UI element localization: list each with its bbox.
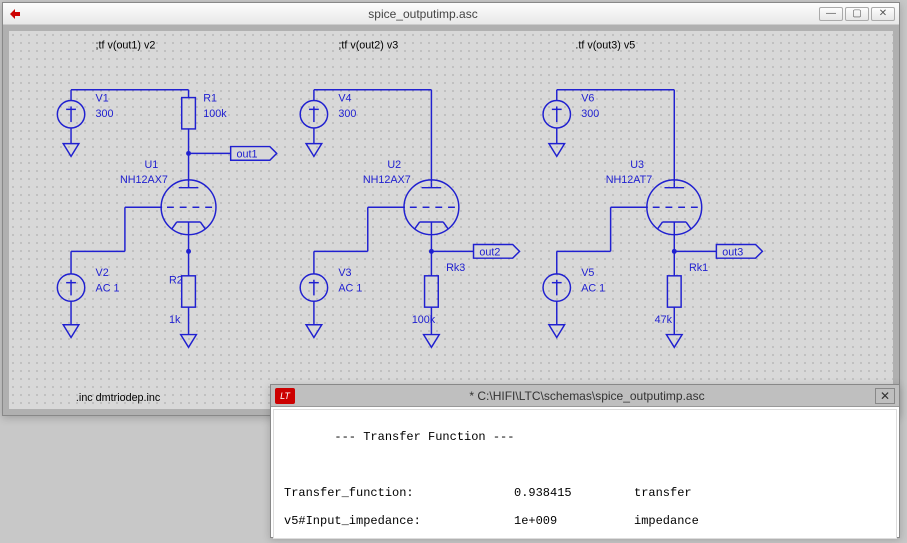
output-title: * C:\HIFI\LTC\schemas\spice_outputimp.as…	[299, 389, 875, 403]
component-R1[interactable]: R1 100k	[182, 90, 228, 154]
component-V1[interactable]: V1 300	[57, 90, 113, 144]
stage-2: V4 300	[300, 90, 519, 348]
schematic-window: spice_outputimp.asc — ▢ ✕ ;tf v(out1) v2…	[2, 2, 900, 416]
ground-icon	[306, 325, 322, 338]
label-R1-ref: R1	[203, 93, 217, 105]
svg-text:300: 300	[338, 108, 356, 120]
label-V2-val: AC 1	[96, 282, 120, 294]
output-log[interactable]: --- Transfer Function --- Transfer_funct…	[273, 409, 897, 539]
netlabel-out3[interactable]: out3	[716, 244, 762, 258]
label-R2-val: 1k	[169, 314, 181, 326]
schematic-title: spice_outputimp.asc	[27, 7, 819, 21]
svg-text:300: 300	[581, 108, 599, 120]
directive-1[interactable]: ;tf v(out1) v2	[96, 40, 156, 52]
svg-text:47k: 47k	[655, 314, 673, 326]
ground-icon	[63, 144, 79, 157]
ground-icon	[666, 335, 682, 348]
svg-text:V3: V3	[338, 267, 351, 279]
label-U1-ref: U1	[144, 159, 158, 171]
svg-text:V5: V5	[581, 267, 594, 279]
output-window: LT * C:\HIFI\LTC\schemas\spice_outputimp…	[270, 384, 900, 538]
output-row: v5#Input_impedance:1e+009impedance	[284, 514, 886, 528]
stage-1: V1 300 R1 100k	[57, 90, 276, 348]
stage-3: V6 300 U3 NH12A	[543, 90, 762, 348]
label-V1-ref: V1	[96, 93, 109, 105]
svg-text:AC 1: AC 1	[581, 282, 605, 294]
directive-3[interactable]: .tf v(out3) v5	[575, 40, 635, 52]
svg-text:out2: out2	[479, 246, 500, 258]
component-Rk3[interactable]: Rk3 100k	[412, 251, 465, 334]
ground-icon	[549, 144, 565, 157]
component-V4[interactable]: V4 300	[300, 90, 356, 144]
svg-text:V6: V6	[581, 93, 594, 105]
svg-text:NH12AX7: NH12AX7	[363, 174, 411, 186]
component-U2[interactable]: U2 NH12AX7	[363, 159, 459, 251]
output-titlebar[interactable]: LT * C:\HIFI\LTC\schemas\spice_outputimp…	[271, 385, 899, 407]
component-Rk1[interactable]: Rk1 47k	[655, 251, 708, 334]
svg-text:V4: V4	[338, 93, 351, 105]
component-V2[interactable]: V2 AC 1	[57, 251, 119, 324]
directive-inc[interactable]: .inc dmtriodep.inc	[76, 392, 161, 404]
schematic-canvas[interactable]: ;tf v(out1) v2 ;tf v(out2) v3 .tf v(out3…	[3, 25, 899, 415]
component-V6[interactable]: V6 300	[543, 90, 599, 144]
netlabel-out2[interactable]: out2	[474, 244, 520, 258]
component-R2[interactable]: R2 1k	[169, 251, 195, 334]
component-U3[interactable]: U3 NH12AT7	[606, 159, 702, 251]
svg-text:U2: U2	[387, 159, 401, 171]
svg-text:AC 1: AC 1	[338, 282, 362, 294]
svg-text:Rk3: Rk3	[446, 262, 465, 274]
label-V1-val: 300	[96, 108, 114, 120]
svg-text:out1: out1	[237, 148, 258, 160]
ground-icon	[424, 335, 440, 348]
output-row: Transfer_function:0.938415transfer	[284, 486, 886, 500]
label-U1-model: NH12AX7	[120, 174, 168, 186]
close-button[interactable]: ✕	[875, 388, 895, 404]
svg-text:out3: out3	[722, 246, 743, 258]
ground-icon	[306, 144, 322, 157]
schematic-titlebar[interactable]: spice_outputimp.asc — ▢ ✕	[3, 3, 899, 25]
maximize-button[interactable]: ▢	[845, 7, 869, 21]
component-U1[interactable]: U1 NH12AX7	[120, 153, 216, 251]
minimize-button[interactable]: —	[819, 7, 843, 21]
ground-icon	[63, 325, 79, 338]
svg-text:NH12AT7: NH12AT7	[606, 174, 652, 186]
directive-2[interactable]: ;tf v(out2) v3	[338, 40, 398, 52]
component-V5[interactable]: V5 AC 1	[543, 251, 605, 324]
label-R2-ref: R2	[169, 275, 183, 287]
ground-icon	[181, 335, 197, 348]
svg-text:100k: 100k	[412, 314, 436, 326]
output-header: --- Transfer Function ---	[284, 430, 886, 444]
svg-text:U3: U3	[630, 159, 644, 171]
component-V3[interactable]: V3 AC 1	[300, 251, 362, 324]
ltspice-icon	[7, 6, 23, 22]
label-V2-ref: V2	[96, 267, 109, 279]
ltspice-logo-icon: LT	[275, 388, 295, 404]
ground-icon	[549, 325, 565, 338]
label-R1-val: 100k	[203, 108, 227, 120]
netlabel-out1[interactable]: out1	[231, 147, 277, 161]
svg-text:Rk1: Rk1	[689, 262, 708, 274]
close-button[interactable]: ✕	[871, 7, 895, 21]
